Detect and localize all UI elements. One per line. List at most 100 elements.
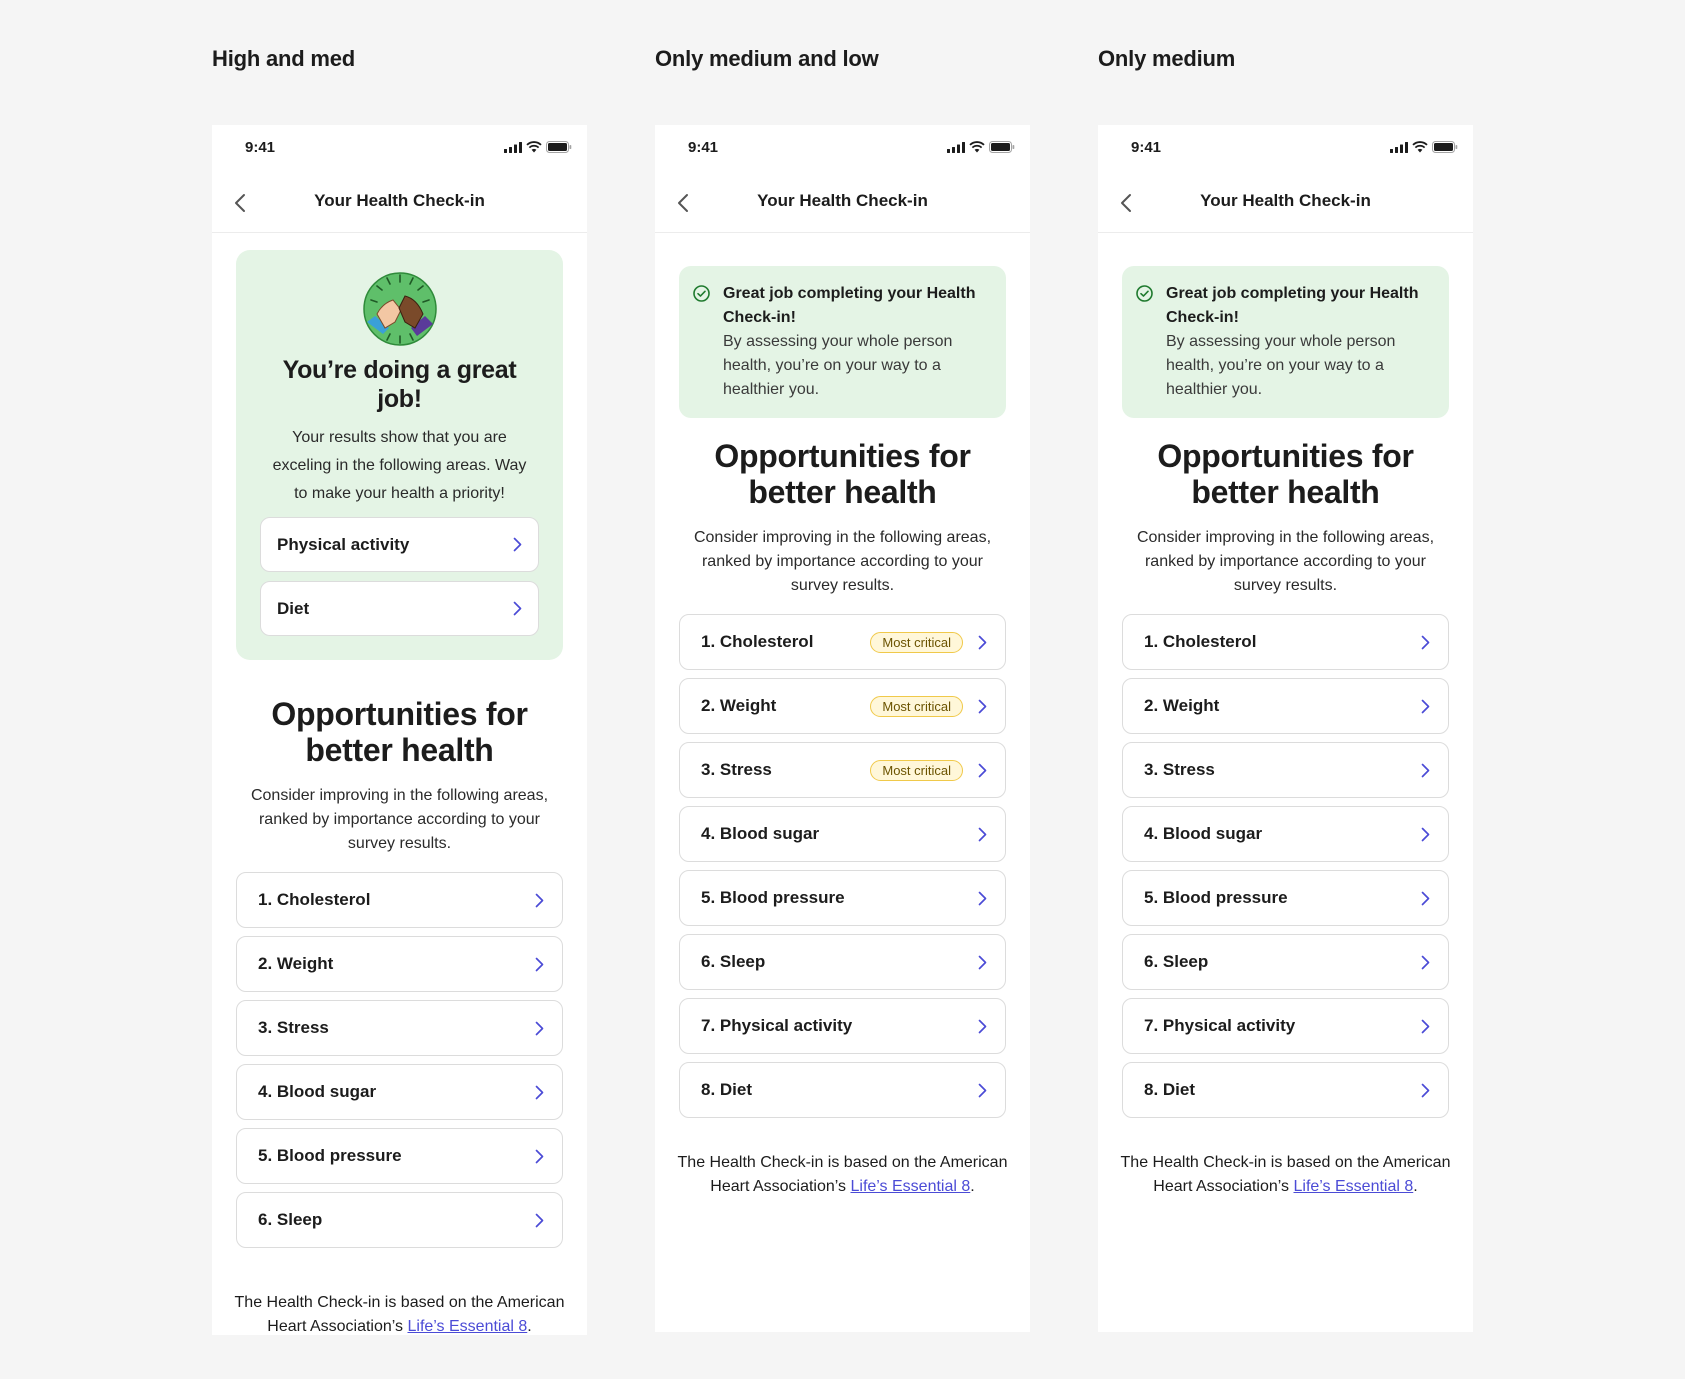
battery-icon xyxy=(989,141,1015,153)
page-title: Your Health Check-in xyxy=(1200,191,1371,210)
opportunity-item-blood-pressure[interactable]: 5. Blood pressure xyxy=(236,1128,563,1184)
status-time: 9:41 xyxy=(1131,139,1162,156)
signal-icon xyxy=(504,141,522,153)
check-circle-icon xyxy=(693,285,710,302)
nav-bar: Your Health Check-in xyxy=(1098,171,1473,233)
footer-end: . xyxy=(970,1178,975,1195)
signal-icon xyxy=(1390,141,1408,153)
lifes-essential-8-link[interactable]: Life’s Essential 8 xyxy=(407,1318,527,1335)
opportunities-subtitle: Consider improving in the following area… xyxy=(693,529,992,594)
opportunities-title: Opportunities for better health xyxy=(714,438,971,510)
phone-medium-low: 9:41 Your Health Check-in Great job comp… xyxy=(655,125,1030,1332)
opportunity-item-stress[interactable]: 3. Stress xyxy=(1122,742,1449,798)
chevron-right-icon xyxy=(1421,635,1429,649)
chevron-right-icon xyxy=(513,601,522,616)
opportunity-item-blood-pressure[interactable]: 5. Blood pressure xyxy=(1122,870,1449,926)
chevron-right-icon xyxy=(1421,891,1429,905)
wifi-icon xyxy=(969,141,985,153)
opportunity-item-physical-activity[interactable]: 7. Physical activity xyxy=(679,998,1006,1054)
opportunity-item-cholesterol[interactable]: 1. Cholesterol xyxy=(236,872,563,928)
strength-item-physical-activity[interactable]: Physical activity xyxy=(260,517,539,572)
most-critical-badge: Most critical xyxy=(870,759,963,781)
opportunities-list: 1. Cholesterol 2. Weight 3. Stress 4. Bl… xyxy=(236,872,563,1248)
great-job-title: You’re doing a great job! xyxy=(282,356,517,413)
status-time: 9:41 xyxy=(688,139,719,156)
opportunity-item-weight[interactable]: 2. Weight Most critical xyxy=(679,678,1006,734)
strength-item-diet[interactable]: Diet xyxy=(260,581,539,636)
opportunity-item-cholesterol[interactable]: 1. Cholesterol xyxy=(1122,614,1449,670)
opportunity-item-cholesterol[interactable]: 1. Cholesterol Most critical xyxy=(679,614,1006,670)
opportunity-item-label: 6. Sleep xyxy=(1144,952,1209,971)
completion-banner-title: Great job completing your Health Check-i… xyxy=(1166,285,1419,326)
chevron-right-icon xyxy=(978,635,986,649)
chevron-right-icon xyxy=(1421,1083,1429,1097)
opportunity-item-label: 6. Sleep xyxy=(701,952,766,971)
opportunity-item-label: 7. Physical activity xyxy=(701,1016,853,1035)
opportunity-item-blood-sugar[interactable]: 4. Blood sugar xyxy=(679,806,1006,862)
status-bar: 9:41 xyxy=(655,125,1030,171)
chevron-right-icon xyxy=(513,537,522,552)
chevron-right-icon xyxy=(978,827,986,841)
chevron-right-icon xyxy=(535,957,543,971)
chevron-right-icon xyxy=(535,1021,543,1035)
opportunity-item-blood-pressure[interactable]: 5. Blood pressure xyxy=(679,870,1006,926)
opportunities-title: Opportunities for better health xyxy=(271,696,528,768)
status-bar: 9:41 xyxy=(212,125,587,171)
great-job-card: You’re doing a great job! Your results s… xyxy=(236,250,563,660)
footer-note: The Health Check-in is based on the Amer… xyxy=(212,1291,587,1335)
completion-banner-body: By assessing your whole person health, y… xyxy=(723,333,953,398)
opportunity-item-label: 4. Blood sugar xyxy=(258,1082,377,1101)
check-circle-icon xyxy=(1136,285,1153,302)
variant-title-high-med: High and med xyxy=(212,46,356,71)
opportunity-item-label: 5. Blood pressure xyxy=(701,888,845,907)
opportunity-item-label: 3. Stress xyxy=(258,1018,329,1037)
opportunity-item-label: 4. Blood sugar xyxy=(701,824,820,843)
wifi-icon xyxy=(526,141,542,153)
chevron-right-icon xyxy=(535,893,543,907)
opportunity-item-label: 1. Cholesterol xyxy=(1144,632,1257,651)
opportunity-item-label: 7. Physical activity xyxy=(1144,1016,1296,1035)
completion-banner-body: By assessing your whole person health, y… xyxy=(1166,333,1396,398)
high-five-illustration xyxy=(362,272,437,346)
chevron-right-icon xyxy=(978,1019,986,1033)
opportunities-subtitle: Consider improving in the following area… xyxy=(1136,529,1435,594)
opportunity-item-sleep[interactable]: 6. Sleep xyxy=(1122,934,1449,990)
opportunity-item-weight[interactable]: 2. Weight xyxy=(1122,678,1449,734)
footer-note: The Health Check-in is based on the Amer… xyxy=(1098,1151,1473,1199)
chevron-right-icon xyxy=(1421,1019,1429,1033)
chevron-right-icon xyxy=(978,955,986,969)
chevron-right-icon xyxy=(535,1149,543,1163)
opportunities-list: 1. Cholesterol Most critical 2. Weight Mos… xyxy=(679,614,1006,1118)
opportunity-item-label: 1. Cholesterol xyxy=(258,890,371,909)
footer-end: . xyxy=(1413,1178,1418,1195)
opportunity-item-label: 2. Weight xyxy=(1144,696,1220,715)
lifes-essential-8-link[interactable]: Life’s Essential 8 xyxy=(850,1178,970,1195)
strength-list: Physical activity Diet xyxy=(260,517,539,636)
opportunity-item-blood-sugar[interactable]: 4. Blood sugar xyxy=(1122,806,1449,862)
phone-high-med: 9:41 Your Health Check-in You’re doing a… xyxy=(212,125,587,1335)
most-critical-badge: Most critical xyxy=(870,631,963,653)
opportunity-item-weight[interactable]: 2. Weight xyxy=(236,936,563,992)
phone-medium: 9:41 Your Health Check-in Great job comp… xyxy=(1098,125,1473,1332)
chevron-right-icon xyxy=(978,763,986,777)
lifes-essential-8-link[interactable]: Life’s Essential 8 xyxy=(1293,1178,1413,1195)
opportunity-item-sleep[interactable]: 6. Sleep xyxy=(236,1192,563,1248)
strength-item-label: Diet xyxy=(277,598,310,618)
completion-banner: Great job completing your Health Check-i… xyxy=(1122,266,1449,418)
opportunity-item-sleep[interactable]: 6. Sleep xyxy=(679,934,1006,990)
opportunities-list: 1. Cholesterol 2. Weight 3. Stress 4. Bl… xyxy=(1122,614,1449,1118)
status-time: 9:41 xyxy=(245,139,276,156)
opportunities-title: Opportunities for better health xyxy=(1157,438,1414,510)
opportunity-item-label: 5. Blood pressure xyxy=(1144,888,1288,907)
opportunity-item-stress[interactable]: 3. Stress Most critical xyxy=(679,742,1006,798)
footer-note: The Health Check-in is based on the Amer… xyxy=(655,1151,1030,1199)
status-icons xyxy=(947,141,1015,153)
opportunity-item-physical-activity[interactable]: 7. Physical activity xyxy=(1122,998,1449,1054)
opportunity-item-diet[interactable]: 8. Diet xyxy=(679,1062,1006,1118)
chevron-right-icon xyxy=(535,1085,543,1099)
chevron-right-icon xyxy=(1421,827,1429,841)
opportunity-item-stress[interactable]: 3. Stress xyxy=(236,1000,563,1056)
opportunity-item-blood-sugar[interactable]: 4. Blood sugar xyxy=(236,1064,563,1120)
opportunity-item-diet[interactable]: 8. Diet xyxy=(1122,1062,1449,1118)
great-job-body: Your results show that you are exceling … xyxy=(272,429,527,502)
